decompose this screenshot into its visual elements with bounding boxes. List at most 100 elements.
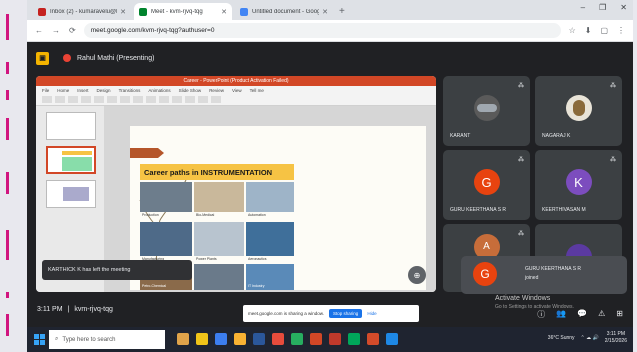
app-icon[interactable] [291,333,303,345]
slide-thumbnail[interactable] [46,146,96,174]
bookmark-star-icon[interactable]: ☆ [569,26,576,35]
joined-text: joined [525,275,539,281]
career-image [194,182,244,212]
taskview-icon[interactable] [177,333,189,345]
zoom-icon[interactable]: ⊕ [408,266,426,284]
app-icon[interactable] [348,333,360,345]
close-icon[interactable]: ✕ [120,8,126,16]
windows-start-icon[interactable] [34,334,45,345]
tray-icons[interactable]: ⌃ ☁ 🔊 [581,335,599,341]
slide-thumbnail[interactable] [46,112,96,140]
back-icon[interactable]: ← [35,26,43,35]
caption: Aeronautics [248,257,267,261]
toast-text: KARTHICK K has left the meeting [48,267,131,273]
ribbon-tab[interactable]: Transitions [119,88,141,93]
activities-icon[interactable]: ⚠ [598,309,605,320]
clock[interactable]: 3:11 PM 2/15/2026 [605,331,627,345]
ribbon-tools [42,96,430,104]
career-image [194,264,244,290]
browser-tab-docs[interactable]: Untitled document - Google D... ✕ [235,3,333,20]
sharing-text: meet.google.com is sharing a window. [248,311,325,316]
career-image [246,182,294,212]
avatar: K [565,169,592,195]
presenter-name: Rahul Mathi (Presenting) [77,54,155,62]
taskbar-search-input[interactable]: ⌕ Type here to search [49,330,165,349]
ribbon-tab[interactable]: Animations [148,88,170,93]
caption: Automation [248,213,266,217]
tab-search-icon[interactable]: ▢ [600,26,608,35]
powerpoint-icon[interactable] [310,333,322,345]
left-edge-mark [6,314,9,336]
app-icon[interactable] [272,333,284,345]
reload-icon[interactable]: ⟳ [69,26,76,35]
mic-muted-icon: ⁂ [610,83,616,89]
mic-muted-icon: ⁂ [518,157,524,163]
app-icon[interactable] [386,333,398,345]
close-icon[interactable]: ✕ [322,8,328,16]
edge-icon[interactable] [215,333,227,345]
stop-sharing-button[interactable]: Stop sharing [329,309,363,318]
ribbon-tab[interactable]: Review [209,88,224,93]
windows-taskbar: ⌕ Type here to search 36°C Sunny ⌃ ☁ 🔊 3… [27,327,633,352]
mic-muted-icon: ⁂ [518,83,524,89]
career-image [246,222,294,256]
ribbon-tab[interactable]: File [42,88,49,93]
meeting-code: kvm-rjvq-tqg [74,306,113,313]
address-bar: ← → ⟳ meet.google.com/kvm-rjvq-tqg?authu… [27,20,633,42]
lock-icon[interactable]: ⊞ [616,309,623,320]
browser-tab-meet[interactable]: Meet - kvm-rjvq-tqg ✕ [134,3,232,20]
chrome-icon[interactable] [234,333,246,345]
menu-icon[interactable]: ⋮ [617,26,625,35]
taskbar-apps [177,333,398,345]
slide-thumbnail[interactable] [46,180,96,208]
minimize-button[interactable]: – [581,3,585,12]
ribbon-tab[interactable]: Home [57,88,69,93]
app-icon[interactable] [329,333,341,345]
system-tray: 36°C Sunny ⌃ ☁ 🔊 3:11 PM 2/15/2026 [548,331,627,345]
meet-header: ▣ Rahul Mathi (Presenting) [27,43,633,73]
participant-name: KEERTHIVASAN M [542,207,586,213]
ribbon-tab[interactable]: Slide Show [179,88,202,93]
participant-tile[interactable]: ⁂ KARANT [443,76,530,146]
forward-icon[interactable]: → [52,26,60,35]
people-icon[interactable]: 👥 [556,309,566,320]
career-image [194,222,244,256]
word-icon[interactable] [253,333,265,345]
ribbon-tab[interactable]: Design [97,88,111,93]
window-controls: – ❐ ✕ [581,3,627,12]
close-icon[interactable]: ✕ [221,8,227,16]
browser-tab-gmail[interactable]: Inbox (2) - kumaravelu@btech... ✕ [33,3,131,20]
maximize-button[interactable]: ❐ [599,3,606,12]
participant-name: GURU KEERTHANA S R [450,207,507,213]
joined-name: GURU KEERTHANA S R [525,266,582,272]
left-edge-mark [6,14,9,40]
powerpoint-ribbon: File Home Insert Design Transitions Animation… [36,86,436,106]
meet-controls: ⓘ 👥 💬 ⚠ ⊞ [537,309,623,320]
hide-button[interactable]: Hide [367,311,376,316]
tab-label: Untitled document - Google D... [252,8,320,15]
file-explorer-icon[interactable] [196,333,208,345]
info-icon[interactable]: ⓘ [537,309,545,320]
new-tab-button[interactable]: + [339,6,345,17]
left-edge-mark [6,62,9,74]
left-edge-mark [6,230,9,260]
ribbon-tabs: File Home Insert Design Transitions Animation… [36,86,436,95]
participant-tile[interactable]: ⁂ K KEERTHIVASAN M [535,150,622,220]
powerpoint-titlebar: Career - PowerPoint (Product Activation … [36,76,436,86]
chat-icon[interactable]: 💬 [577,309,587,320]
left-edge-mark [6,90,9,100]
ribbon-tab[interactable]: Tell me [250,88,264,93]
docs-icon [240,7,248,16]
close-window-button[interactable]: ✕ [620,3,627,12]
app-icon[interactable] [367,333,379,345]
participant-tile[interactable]: ⁂ NAGARAJ K [535,76,622,146]
meeting-time: 3:11 PM [37,306,63,313]
sharing-banner: meet.google.com is sharing a window. Sto… [243,305,419,322]
ribbon-tab[interactable]: Insert [77,88,88,93]
participant-tile[interactable]: ⁂ G GURU KEERTHANA S R [443,150,530,220]
left-edge-mark [6,118,9,140]
ribbon-tab[interactable]: View [232,88,242,93]
download-icon[interactable]: ⬇ [585,26,592,35]
presentation-view: Career - PowerPoint (Product Activation … [36,76,436,292]
url-input[interactable]: meet.google.com/kvm-rjvq-tqg?authuser=0 [83,23,561,38]
